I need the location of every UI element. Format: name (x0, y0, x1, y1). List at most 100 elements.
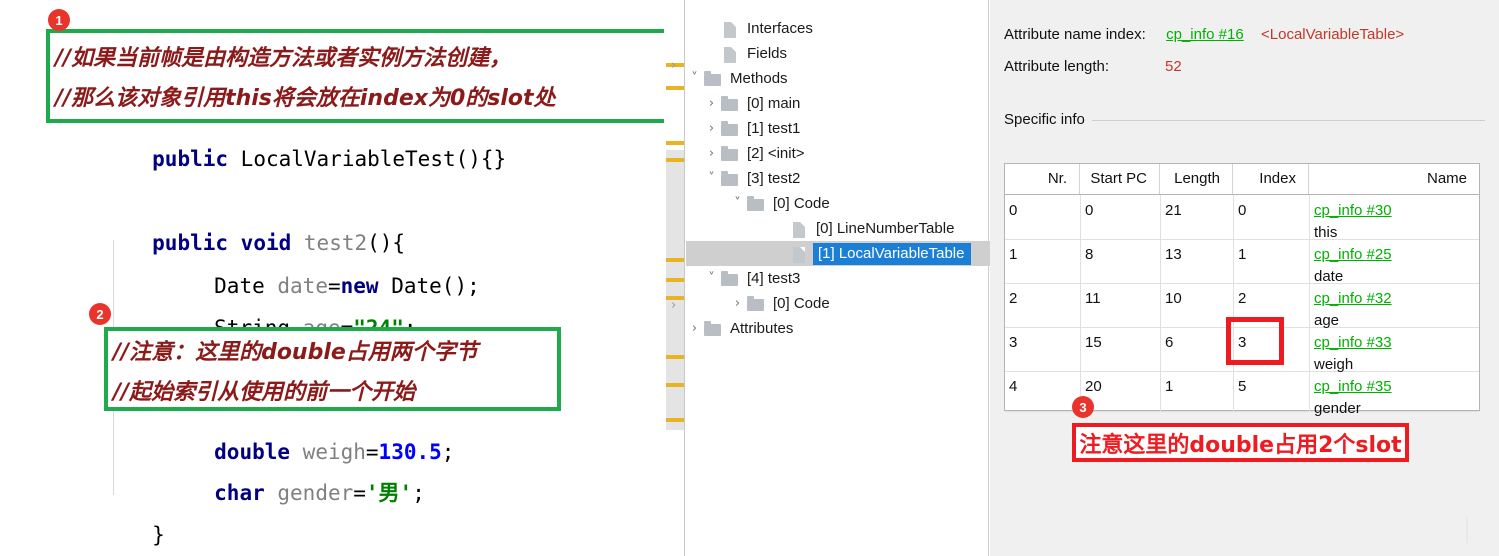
class-structure-tree[interactable]: Interfaces Fields ˅ Methods › [0] main ›… (686, 0, 990, 556)
cell-name-text: this (1314, 224, 1338, 241)
table-header-length[interactable]: Length (1160, 164, 1233, 194)
table-row-divider (1005, 283, 1479, 284)
chevron-down-icon[interactable]: ˅ (703, 272, 720, 285)
tree-item-main[interactable]: › [0] main (686, 91, 990, 116)
chevron-down-icon[interactable]: › (671, 58, 676, 73)
code-token: test2 (303, 231, 368, 255)
tree-item-init[interactable]: › [2] <init> (686, 141, 990, 166)
gutter-marker[interactable] (666, 141, 684, 145)
cell-name-cp[interactable]: cp_info #32 (1314, 290, 1392, 307)
text-caret (1466, 517, 1468, 543)
tree-item-localvariabletable[interactable]: [1] LocalVariableTable (686, 241, 990, 266)
chevron-down-icon[interactable]: ˅ (703, 172, 720, 185)
attribute-name-index-row: Attribute name index: cp_info #16 <Local… (1004, 26, 1404, 43)
screenshot-root: public LocalVariableTest(){} public void… (0, 0, 1499, 556)
tree-item-code-test3[interactable]: › [0] Code (686, 291, 990, 316)
cell-name-cp[interactable]: cp_info #25 (1314, 246, 1392, 263)
tree-item-test1[interactable]: › [1] test1 (686, 116, 990, 141)
tree-item-methods[interactable]: ˅ Methods (686, 66, 990, 91)
attribute-length-value: 52 (1165, 58, 1182, 75)
cell-name-cp[interactable]: cp_info #33 (1314, 334, 1392, 351)
scrollbar-thumb[interactable] (666, 150, 684, 430)
cell-length: 1 (1165, 378, 1174, 395)
cell-index-highlighted: 3 (1238, 334, 1247, 351)
code-token: 130.5 (378, 440, 442, 464)
table-row-divider (1005, 371, 1479, 372)
editor-tree-divider (684, 0, 685, 556)
tree-item-fields[interactable]: Fields (686, 41, 990, 66)
local-variable-table[interactable]: Nr. Start PC Length Index Name 0 0 21 0 … (1004, 163, 1480, 417)
code-token: } (152, 523, 165, 547)
folder-icon (703, 70, 723, 87)
folder-icon (703, 320, 723, 337)
code-token: public (152, 231, 229, 255)
tree-item-label: [0] LineNumberTable (816, 220, 955, 237)
chevron-down-icon[interactable]: ˅ (686, 72, 703, 85)
gutter-marker[interactable] (666, 86, 684, 90)
table-column-divider (1160, 195, 1161, 411)
table-column-divider (1309, 195, 1310, 411)
gutter-marker[interactable] (666, 383, 684, 387)
watermark-text: https://blog.csdn.net/TZ845195485 (1238, 525, 1499, 544)
code-token: void (240, 231, 292, 255)
gutter-marker[interactable] (666, 158, 684, 162)
table-header-nr[interactable]: Nr. (1005, 164, 1080, 194)
cell-start-pc: 8 (1085, 246, 1094, 263)
code-editor-pane[interactable]: public LocalVariableTest(){} public void… (0, 0, 664, 556)
editor-scrollbar-gutter[interactable] (664, 0, 686, 556)
comment-box2-line2: //起始索引从使用的前一个开始 (113, 380, 416, 405)
chevron-right-icon[interactable]: › (671, 298, 676, 313)
tree-item-label: Methods (730, 70, 788, 87)
code-token: = (353, 481, 366, 505)
folder-icon (720, 270, 740, 287)
specific-info-title: Specific info (1004, 111, 1085, 128)
chevron-down-icon[interactable]: ˅ (729, 197, 746, 210)
table-header-startpc[interactable]: Start PC (1080, 164, 1160, 194)
cell-start-pc: 11 (1085, 290, 1101, 307)
tree-item-label: [0] Code (773, 295, 830, 312)
cell-name-text: gender (1314, 400, 1361, 417)
code-token: new (340, 274, 379, 298)
tree-item-attributes[interactable]: › Attributes (686, 316, 990, 341)
code-token: Date (214, 274, 265, 298)
tree-item-linenumbertable[interactable]: [0] LineNumberTable (686, 216, 990, 241)
chevron-right-icon[interactable]: › (729, 297, 746, 310)
gutter-marker[interactable] (666, 418, 684, 422)
gutter-marker[interactable] (666, 278, 684, 282)
cell-length: 21 (1165, 202, 1182, 219)
chevron-right-icon[interactable]: › (703, 122, 720, 135)
folder-icon (720, 170, 740, 187)
gutter-marker[interactable] (666, 355, 684, 359)
table-header-name[interactable]: Name (1309, 164, 1479, 194)
cell-name-text: weigh (1314, 356, 1354, 373)
code-token: (){} (455, 147, 507, 171)
highlight-rect-index-3 (1226, 317, 1284, 365)
annotation-note-text: 注意这里的double占用2个slot (1079, 432, 1402, 458)
table-header-index[interactable]: Index (1233, 164, 1309, 194)
code-token: Date (391, 274, 442, 298)
cell-nr: 4 (1009, 378, 1018, 395)
folder-icon (746, 295, 766, 312)
tree-item-test3[interactable]: ˅ [4] test3 (686, 266, 990, 291)
tree-item-interfaces[interactable]: Interfaces (686, 16, 990, 41)
chevron-right-icon[interactable]: › (686, 322, 703, 335)
code-token: ; (412, 481, 425, 505)
cell-index: 0 (1238, 202, 1247, 219)
cell-name-cp[interactable]: cp_info #30 (1314, 202, 1392, 219)
comment-box1-line1: //如果当前帧是由构造方法或者实例方法创建， (55, 46, 512, 71)
cell-name-cp[interactable]: cp_info #35 (1314, 378, 1392, 395)
chevron-right-icon[interactable]: › (703, 97, 720, 110)
table-row-divider (1005, 239, 1479, 240)
cell-nr: 1 (1009, 246, 1018, 263)
cell-start-pc: 20 (1085, 378, 1102, 395)
specific-info-rule (1092, 120, 1485, 121)
gutter-marker[interactable] (666, 258, 684, 262)
chevron-right-icon[interactable]: › (703, 147, 720, 160)
tree-item-test2[interactable]: ˅ [3] test2 (686, 166, 990, 191)
folder-icon (720, 95, 740, 112)
tree-item-code-test2[interactable]: ˅ [0] Code (686, 191, 990, 216)
attribute-name-index-link[interactable]: cp_info #16 (1166, 26, 1244, 43)
